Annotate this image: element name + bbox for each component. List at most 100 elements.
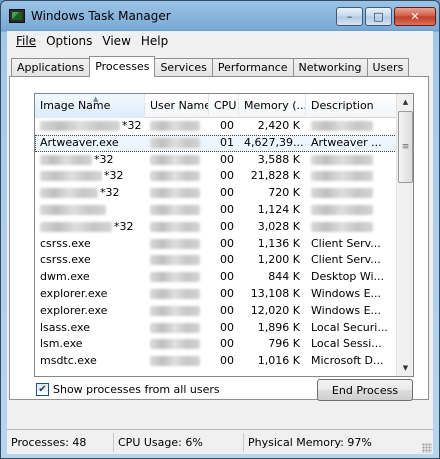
tab-networking[interactable]: Networking [292, 58, 368, 77]
tab-performance[interactable]: Performance [211, 58, 294, 77]
table-row[interactable]: lsm.exe 00 796 K Local Sessi... [35, 336, 397, 353]
bitness-suffix: *32 [100, 186, 120, 200]
redacted-user-name [150, 356, 200, 367]
cell-cpu: 00 [220, 320, 234, 334]
menu-file[interactable]: File [11, 34, 41, 48]
table-row[interactable]: *32 00 21,828 K [35, 168, 397, 185]
close-icon: ✕ [410, 10, 420, 23]
sort-ascending-icon: ▲ [93, 95, 99, 103]
grip-icon: ≡ [401, 142, 410, 152]
status-cpu-usage: CPU Usage: 6% [114, 432, 244, 452]
cell-user-name [145, 353, 209, 370]
redacted-description [311, 188, 373, 199]
table-row[interactable]: 00 1,124 K [35, 202, 397, 219]
cell-description: Windows E... [311, 286, 382, 300]
menu-bar: File Options View Help [7, 31, 433, 51]
status-bar: Processes: 48 CPU Usage: 6% Physical Mem… [7, 429, 433, 454]
scrollbar-thumb[interactable]: ≡ [398, 111, 413, 183]
cell-memory: 1,016 K [257, 354, 300, 368]
cell-user-name [145, 269, 209, 286]
scroll-down-button[interactable]: ▼ [398, 360, 413, 376]
cell-user-name [145, 320, 209, 337]
cell-cpu: 00 [220, 186, 234, 200]
image-name-text: lsass.exe [40, 320, 90, 334]
table-row[interactable]: dwm.exe 00 844 K Desktop Wi... [35, 269, 397, 286]
cell-image-name: msdtc.exe [35, 353, 145, 370]
tab-services[interactable]: Services [154, 58, 213, 77]
table-row[interactable]: *32 00 2,420 K [35, 118, 397, 135]
menu-file-label: File [16, 34, 37, 48]
redacted-user-name [150, 272, 200, 283]
redacted-user-name [150, 171, 200, 182]
cell-image-name: csrss.exe [35, 252, 145, 269]
cell-memory: 720 K [268, 186, 300, 200]
cell-image-name: csrss.exe [35, 236, 145, 253]
tab-applications[interactable]: Applications [11, 58, 91, 77]
cell-description [306, 202, 397, 219]
cell-image-name: lsass.exe [35, 320, 145, 337]
column-header-user-name[interactable]: User Name [145, 94, 209, 118]
table-row[interactable]: *32 00 720 K [35, 185, 397, 202]
menu-help[interactable]: Help [136, 34, 173, 48]
checkmark-icon: ✔ [38, 383, 47, 395]
cell-user-name [145, 303, 209, 320]
scroll-up-icon: ▲ [402, 98, 409, 106]
table-row[interactable]: csrss.exe 00 1,136 K Client Serv... [35, 236, 397, 253]
maximize-icon: □ [373, 10, 384, 23]
cell-user-name [145, 252, 209, 269]
title-bar[interactable]: Windows Task Manager – □ ✕ [1, 1, 439, 31]
cell-memory: 1,200 K [257, 253, 300, 267]
menu-options[interactable]: Options [41, 34, 97, 48]
redacted-description [311, 204, 373, 215]
cell-cpu: 00 [220, 119, 234, 132]
cell-description: Local Sessi... [311, 337, 382, 351]
show-all-users-option[interactable]: ✔ Show processes from all users [36, 383, 220, 396]
close-button[interactable]: ✕ [394, 7, 436, 26]
cell-memory: 13,108 K [250, 286, 300, 300]
cell-cpu: 00 [220, 337, 234, 351]
image-name-text: explorer.exe [40, 303, 108, 317]
cell-memory: 3,028 K [257, 219, 300, 233]
cell-image-name: explorer.exe [35, 286, 145, 303]
table-row[interactable]: explorer.exe 00 12,020 K Windows E... [35, 303, 397, 320]
table-row[interactable]: *32 00 3,028 K [35, 219, 397, 236]
resize-grip-icon[interactable] [422, 443, 432, 453]
cell-description: Artweaver ... [311, 135, 382, 149]
task-manager-icon [9, 9, 25, 23]
table-row[interactable]: csrss.exe 00 1,200 K Client Serv... [35, 252, 397, 269]
vertical-scrollbar[interactable]: ▲ ≡ ▼ [396, 94, 413, 376]
table-row[interactable]: explorer.exe 00 13,108 K Windows E... [35, 286, 397, 303]
bitness-suffix: *32 [122, 119, 142, 132]
minimize-button[interactable]: – [336, 7, 363, 26]
column-header-image-name[interactable]: ▲ Image Name [35, 94, 145, 118]
tab-processes[interactable]: Processes [89, 56, 156, 77]
table-row[interactable]: *32 00 3,588 K [35, 152, 397, 169]
scroll-up-button[interactable]: ▲ [398, 94, 413, 110]
cell-description: Client Serv... [311, 253, 381, 267]
menu-options-label: Options [46, 34, 93, 48]
column-label: Image Name [40, 99, 111, 112]
process-list[interactable]: ▲ Image Name User Name CPU Memory (... D… [34, 93, 414, 377]
cell-user-name [145, 185, 209, 202]
column-header-memory[interactable]: Memory (... [239, 94, 306, 118]
cell-memory: 1,136 K [257, 236, 300, 250]
cell-cpu: 00 [220, 219, 234, 233]
image-name-text: csrss.exe [40, 253, 91, 267]
redacted-description [311, 221, 373, 232]
task-manager-window: Windows Task Manager – □ ✕ File Options … [0, 0, 440, 459]
column-header-cpu[interactable]: CPU [209, 94, 239, 118]
redacted-description [311, 171, 373, 182]
image-name-text: Artweaver.exe [40, 135, 119, 149]
menu-view[interactable]: View [97, 34, 135, 48]
table-row[interactable]: msdtc.exe 00 1,016 K Microsoft D... [35, 353, 397, 370]
column-header-description[interactable]: Description [306, 94, 397, 118]
table-row[interactable]: lsass.exe 00 1,896 K Local Securi... [35, 320, 397, 337]
tab-users[interactable]: Users [366, 58, 410, 77]
cell-description [306, 152, 397, 169]
maximize-button[interactable]: □ [365, 7, 392, 26]
minimize-icon: – [346, 10, 353, 23]
end-process-button[interactable]: End Process [317, 379, 413, 401]
show-all-users-checkbox[interactable]: ✔ [36, 383, 49, 396]
cell-cpu: 00 [220, 169, 234, 183]
table-row[interactable]: Artweaver.exe 01 4,627,39... Artweaver ... [35, 134, 397, 152]
